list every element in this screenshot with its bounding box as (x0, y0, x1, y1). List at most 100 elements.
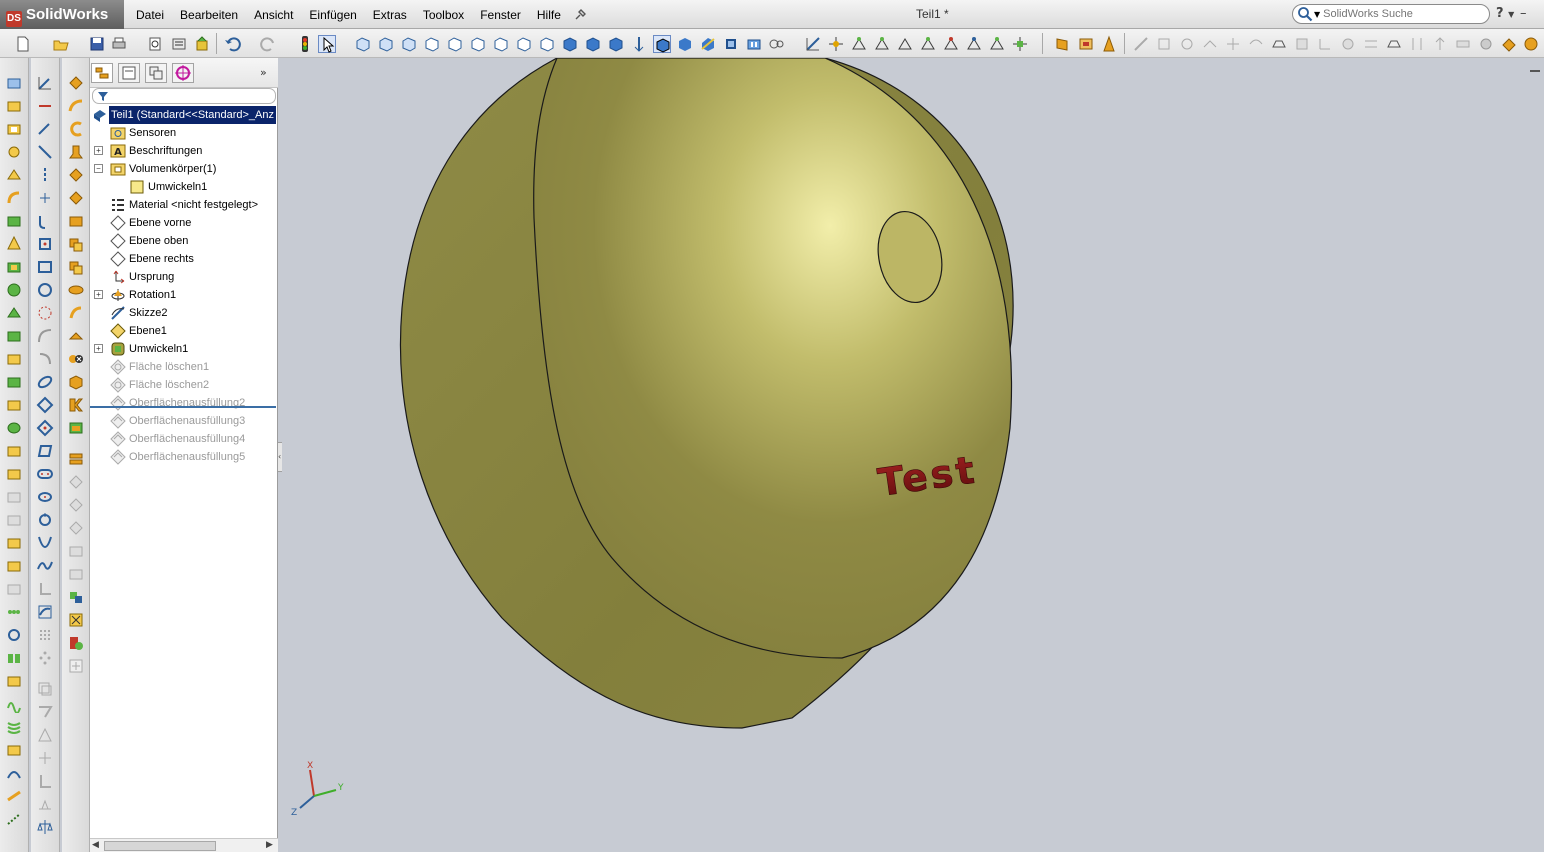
feature-tool-8-icon[interactable] (67, 235, 85, 253)
dimension-tool-icon[interactable] (36, 120, 54, 138)
cmd-disabled-1-icon[interactable] (5, 488, 23, 506)
menu-hilfe[interactable]: Hilfe (529, 8, 569, 22)
smart-dimension-strip-icon[interactable] (36, 97, 54, 115)
cmd-curve-pattern-icon[interactable] (5, 672, 23, 690)
search-input[interactable] (1323, 8, 1484, 20)
relations-icon[interactable] (850, 35, 868, 53)
3d-model[interactable]: Test (282, 58, 1544, 852)
point-on-icon[interactable] (36, 235, 54, 253)
cmd-hole-icon[interactable] (5, 465, 23, 483)
weld-bead-icon[interactable] (1385, 35, 1403, 53)
shaded-with-edges-icon[interactable] (653, 35, 671, 53)
cmd-boss-icon[interactable] (5, 166, 23, 184)
hide-show-items-icon[interactable] (768, 35, 786, 53)
cmd-reference-geometry-icon[interactable] (5, 741, 23, 759)
app-logo[interactable]: DS SolidWorks (0, 0, 124, 29)
expand-toggle[interactable]: + (94, 290, 103, 299)
scale-sketch-icon[interactable] (36, 818, 54, 836)
feature-disabled-2-icon[interactable] (67, 496, 85, 514)
slot-icon[interactable] (36, 465, 54, 483)
loft-boss-icon[interactable] (67, 120, 85, 138)
redo-icon[interactable] (260, 35, 278, 53)
cmd-loft-icon[interactable] (5, 212, 23, 230)
disabled-tool-13-icon[interactable] (1454, 35, 1472, 53)
feature-tool-15-icon[interactable] (67, 396, 85, 414)
delete-body-icon[interactable] (67, 350, 85, 368)
dots-disabled-icon[interactable] (36, 649, 54, 667)
parallelogram-icon[interactable] (36, 442, 54, 460)
quick-snaps-icon[interactable] (942, 35, 960, 53)
polygon-point-icon[interactable] (36, 419, 54, 437)
feature-tool-18-icon[interactable] (67, 588, 85, 606)
feature-tool-7-icon[interactable] (67, 212, 85, 230)
disabled-tool-8-icon[interactable] (1316, 35, 1334, 53)
cmd-cut-sweep-icon[interactable] (5, 304, 23, 322)
feature-disabled-1-icon[interactable] (67, 473, 85, 491)
tab-feature-tree[interactable] (91, 63, 113, 83)
centerline-icon[interactable] (36, 166, 54, 184)
search-icon[interactable] (1297, 6, 1313, 22)
features-toolbar-icon[interactable] (1054, 35, 1072, 53)
panel-expand-icon[interactable]: » (260, 66, 267, 79)
disabled-tool-5-icon[interactable] (1224, 35, 1242, 53)
feature-tool-14-icon[interactable] (67, 373, 85, 391)
feature-disabled-5-icon[interactable] (67, 565, 85, 583)
spline-on-surface-icon[interactable] (36, 603, 54, 621)
cmd-wrap-icon[interactable] (5, 534, 23, 552)
point-icon[interactable] (36, 189, 54, 207)
sketch-tool-icon[interactable] (804, 35, 822, 53)
view-orientation-icon[interactable] (722, 35, 740, 53)
cmd-sweep-icon[interactable] (5, 189, 23, 207)
arc-icon[interactable] (36, 327, 54, 345)
expand-toggle[interactable]: + (94, 344, 103, 353)
cmd-boundary-icon[interactable] (5, 235, 23, 253)
cmd-dome-icon[interactable] (5, 557, 23, 575)
menu-toolbox[interactable]: Toolbox (415, 8, 472, 22)
cmd-measure-icon[interactable] (5, 810, 23, 828)
cmd-base-icon[interactable] (5, 120, 23, 138)
cmd-rib-icon[interactable] (5, 396, 23, 414)
extend-disabled-icon[interactable] (36, 749, 54, 767)
boundary-boss-icon[interactable] (67, 143, 85, 161)
cmd-mirror-icon[interactable] (5, 649, 23, 667)
line-icon[interactable] (36, 143, 54, 161)
view-top-icon[interactable] (561, 35, 579, 53)
feature-disabled-3-icon[interactable] (67, 519, 85, 537)
rectangle-icon[interactable] (36, 258, 54, 276)
polygon-icon[interactable] (36, 396, 54, 414)
trim-disabled-icon[interactable] (36, 726, 54, 744)
circle-dashed-icon[interactable] (36, 304, 54, 322)
feature-tool-9-icon[interactable] (67, 258, 85, 276)
search-dropdown-icon[interactable]: ▼ (1314, 10, 1320, 19)
feature-tool-12-icon[interactable] (67, 327, 85, 345)
ellipse-arc-icon[interactable] (36, 488, 54, 506)
pin-menu-icon[interactable] (573, 8, 589, 22)
cmd-cut-revolve-icon[interactable] (5, 281, 23, 299)
print-preview-icon[interactable] (146, 35, 164, 53)
sketch-icon[interactable] (36, 74, 54, 92)
cmd-cut-loft-icon[interactable] (5, 327, 23, 345)
cmd-instant3d-icon[interactable] (5, 787, 23, 805)
feature-tool-20-icon[interactable] (67, 634, 85, 652)
view-bottom-icon[interactable] (584, 35, 602, 53)
scroll-right-icon[interactable]: ▶ (266, 840, 273, 850)
cmd-chamfer-icon[interactable] (5, 373, 23, 391)
corner-disabled-icon[interactable] (36, 580, 54, 598)
rapid-sketch-icon[interactable] (965, 35, 983, 53)
tab-dimxpert-manager[interactable] (172, 63, 194, 83)
extrude-cut-icon[interactable] (1077, 35, 1095, 53)
menu-extras[interactable]: Extras (365, 8, 415, 22)
cmd-helix-icon[interactable] (5, 718, 23, 736)
select-pointer-icon[interactable] (318, 35, 336, 53)
expand-toggle[interactable]: + (94, 146, 103, 155)
feature-tool-10-icon[interactable] (67, 281, 85, 299)
menu-einfuegen[interactable]: Einfügen (301, 8, 364, 22)
view-back-icon[interactable] (492, 35, 510, 53)
open-folder-icon[interactable] (52, 35, 70, 53)
view-left-icon[interactable] (515, 35, 533, 53)
rebuild-icon[interactable] (193, 35, 211, 53)
view-zoom-icon[interactable] (400, 35, 418, 53)
minimize-menu-icon[interactable]: – (1520, 6, 1527, 21)
cmd-split-line-icon[interactable] (5, 764, 23, 782)
feature-disabled-6-icon[interactable] (67, 657, 85, 675)
